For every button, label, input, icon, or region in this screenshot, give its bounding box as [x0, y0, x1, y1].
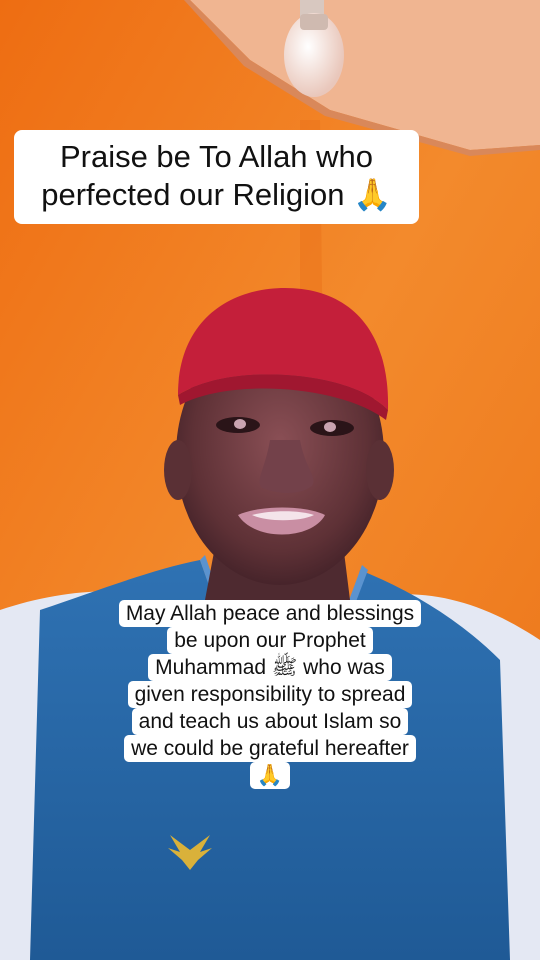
bottom-caption-line: be upon our Prophet: [167, 627, 373, 654]
top-caption-line-2: perfected our Religion 🙏: [41, 177, 392, 212]
bottom-caption-line: we could be grateful hereafter: [124, 735, 416, 762]
bottom-caption-line: May Allah peace and blessings: [118, 600, 422, 627]
praying-hands-emoji: 🙏: [249, 762, 291, 789]
bottom-caption: May Allah peace and blessings be upon ou…: [100, 600, 440, 789]
top-caption: Praise be To Allah who perfected our Rel…: [14, 130, 419, 224]
bottom-caption-line: given responsibility to spread: [127, 681, 413, 708]
bottom-caption-line: and teach us about Islam so: [131, 708, 409, 735]
top-caption-line-1: Praise be To Allah who: [59, 139, 374, 174]
bottom-caption-line: Muhammad ﷺ who was: [148, 654, 392, 681]
